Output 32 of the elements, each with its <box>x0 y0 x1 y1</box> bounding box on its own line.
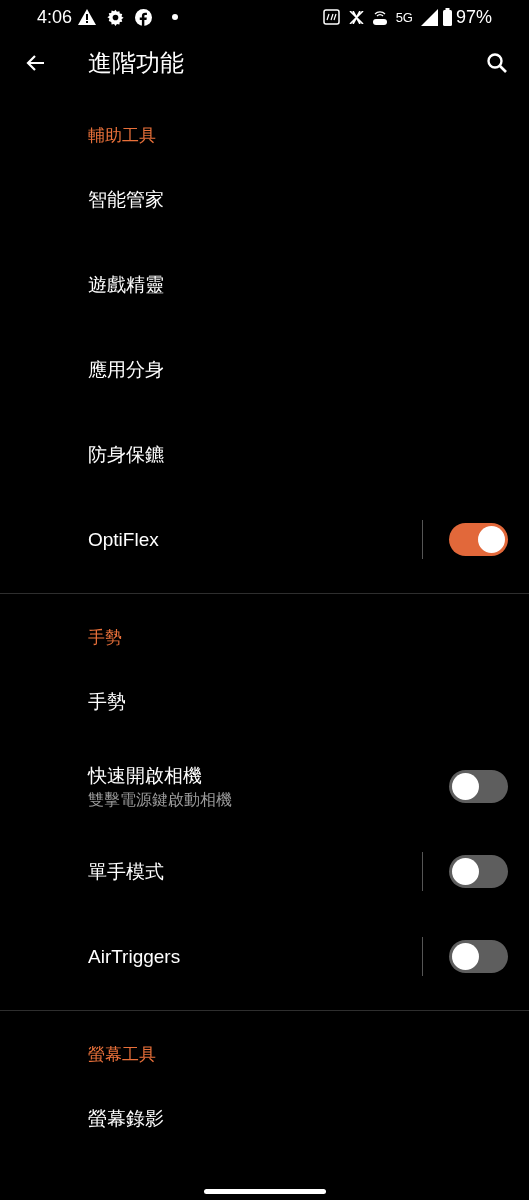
network-type: 5G <box>395 10 413 24</box>
setting-title[interactable]: 智能管家 <box>88 186 164 213</box>
toggle-switch[interactable] <box>449 855 508 888</box>
setting-title[interactable]: 遊戲精靈 <box>88 271 164 298</box>
social-app-icon <box>135 8 153 26</box>
setting-title[interactable]: 單手模式 <box>88 858 164 885</box>
signal-icon <box>420 8 438 26</box>
toggle-switch[interactable] <box>449 523 508 556</box>
setting-summary: 雙擊電源鍵啟動相機 <box>88 789 232 810</box>
section-header: 輔助工具 <box>88 125 157 147</box>
setting-title[interactable]: 手勢 <box>88 688 126 715</box>
setting-title[interactable]: AirTriggers <box>88 943 181 970</box>
setting-title[interactable]: 快速開啟相機 <box>88 762 232 789</box>
section-header: 螢幕工具 <box>88 1044 157 1066</box>
volte-icon <box>371 8 388 26</box>
section-header: 手勢 <box>88 627 123 649</box>
toggle-switch[interactable] <box>449 940 508 973</box>
setting-title[interactable]: 應用分身 <box>88 356 164 383</box>
refresh-rate-icon <box>322 9 340 25</box>
setting-title[interactable]: OptiFlex <box>88 526 159 553</box>
search-icon[interactable] <box>485 51 509 75</box>
clock: 4:06 <box>37 5 73 29</box>
setting-title[interactable]: 螢幕錄影 <box>88 1105 164 1132</box>
battery-icon <box>442 8 452 26</box>
battery-percentage: 97% <box>455 5 492 29</box>
toggle-switch[interactable] <box>449 770 508 803</box>
screen-title: 進階功能 <box>88 48 184 78</box>
gear-icon <box>107 8 125 26</box>
warning-icon <box>78 9 97 25</box>
x-shape-icon <box>348 10 364 24</box>
dot-icon <box>172 14 179 20</box>
setting-title[interactable]: 防身保鑣 <box>88 441 164 468</box>
